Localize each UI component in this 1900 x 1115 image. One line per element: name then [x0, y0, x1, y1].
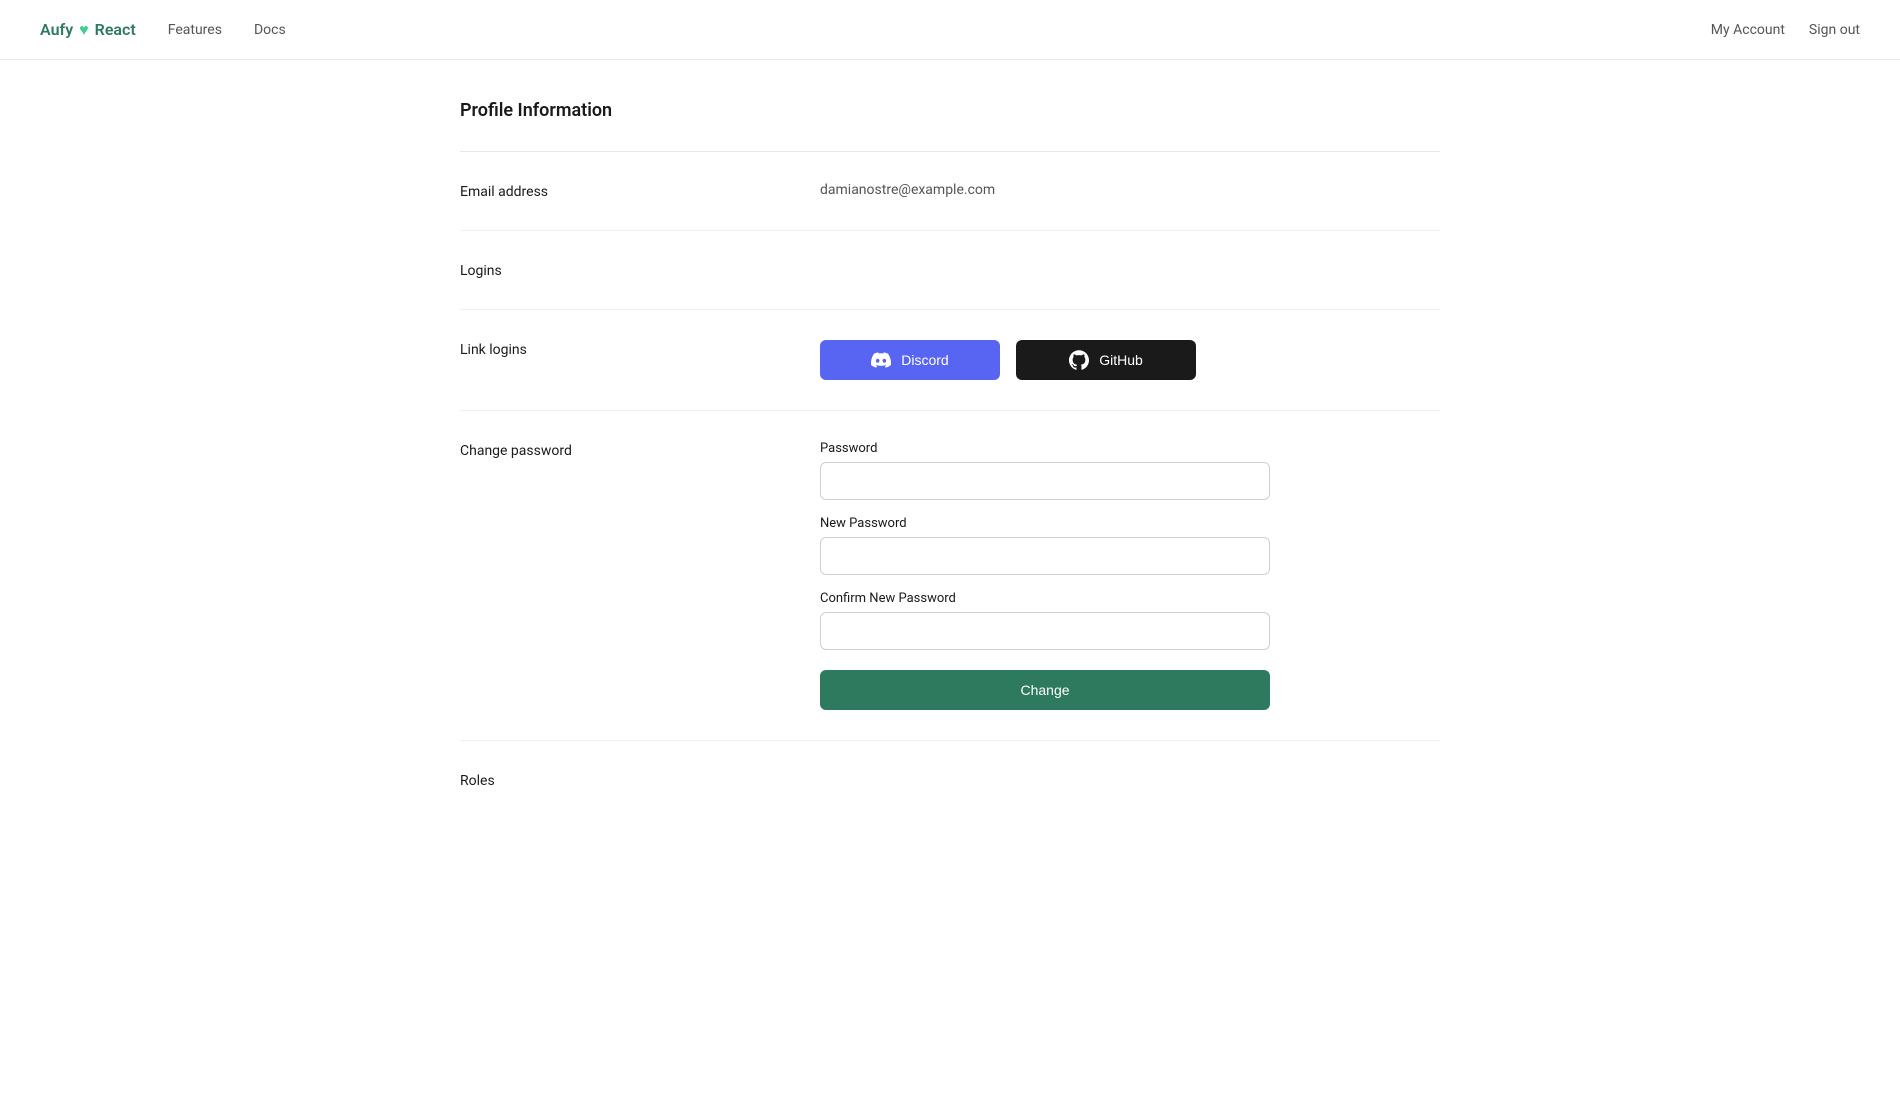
page-title: Profile Information: [460, 100, 1440, 121]
nav-features[interactable]: Features: [168, 22, 222, 38]
github-button[interactable]: GitHub: [1016, 340, 1196, 380]
roles-row: Roles: [460, 771, 1440, 819]
email-label-col: Email address: [460, 182, 820, 200]
change-password-label: Change password: [460, 443, 572, 459]
link-buttons-group: Discord GitHub: [820, 340, 1440, 380]
link-logins-field-col: Discord GitHub: [820, 340, 1440, 380]
title-divider: [460, 151, 1440, 152]
email-field-col: damianostre@example.com: [820, 182, 1440, 198]
roles-label-col: Roles: [460, 771, 820, 789]
roles-label: Roles: [460, 773, 495, 789]
email-value: damianostre@example.com: [820, 180, 995, 198]
navbar-right: My Account Sign out: [1711, 22, 1860, 38]
discord-icon: [871, 350, 891, 370]
nav-sign-out[interactable]: Sign out: [1809, 22, 1860, 38]
logins-label-col: Logins: [460, 261, 820, 279]
navbar: Aufy ♥ React Features Docs My Account Si…: [0, 0, 1900, 60]
email-label: Email address: [460, 184, 548, 200]
discord-button[interactable]: Discord: [820, 340, 1000, 380]
brand-logo[interactable]: Aufy ♥ React: [40, 20, 136, 40]
nav-my-account[interactable]: My Account: [1711, 22, 1785, 38]
change-password-label-col: Change password: [460, 441, 820, 459]
github-icon: [1069, 350, 1089, 370]
brand-heart-icon: ♥: [79, 20, 89, 40]
logins-row: Logins: [460, 261, 1440, 310]
logins-label: Logins: [460, 263, 502, 279]
link-logins-label-col: Link logins: [460, 340, 820, 358]
link-logins-label: Link logins: [460, 342, 527, 358]
password-input[interactable]: [820, 462, 1270, 500]
password-field-group: Password: [820, 441, 1270, 500]
github-button-label: GitHub: [1099, 352, 1143, 368]
navbar-left: Aufy ♥ React Features Docs: [40, 20, 286, 40]
change-password-row: Change password Password New Password Co…: [460, 441, 1440, 741]
confirm-password-input[interactable]: [820, 612, 1270, 650]
new-password-field-group: New Password: [820, 516, 1270, 575]
discord-button-label: Discord: [901, 352, 948, 368]
confirm-password-label: Confirm New Password: [820, 591, 1270, 606]
email-row: Email address damianostre@example.com: [460, 182, 1440, 231]
password-label: Password: [820, 441, 1270, 456]
password-form: Password New Password Confirm New Passwo…: [820, 441, 1270, 710]
change-password-button[interactable]: Change: [820, 670, 1270, 710]
main-content: Profile Information Email address damian…: [400, 60, 1500, 889]
nav-docs[interactable]: Docs: [254, 22, 286, 38]
new-password-label: New Password: [820, 516, 1270, 531]
new-password-input[interactable]: [820, 537, 1270, 575]
brand-name-part1: Aufy: [40, 20, 73, 39]
change-password-field-col: Password New Password Confirm New Passwo…: [820, 441, 1440, 710]
link-logins-row: Link logins Discord GitHub: [460, 340, 1440, 411]
brand-name-part2: React: [95, 20, 136, 39]
confirm-password-field-group: Confirm New Password: [820, 591, 1270, 650]
